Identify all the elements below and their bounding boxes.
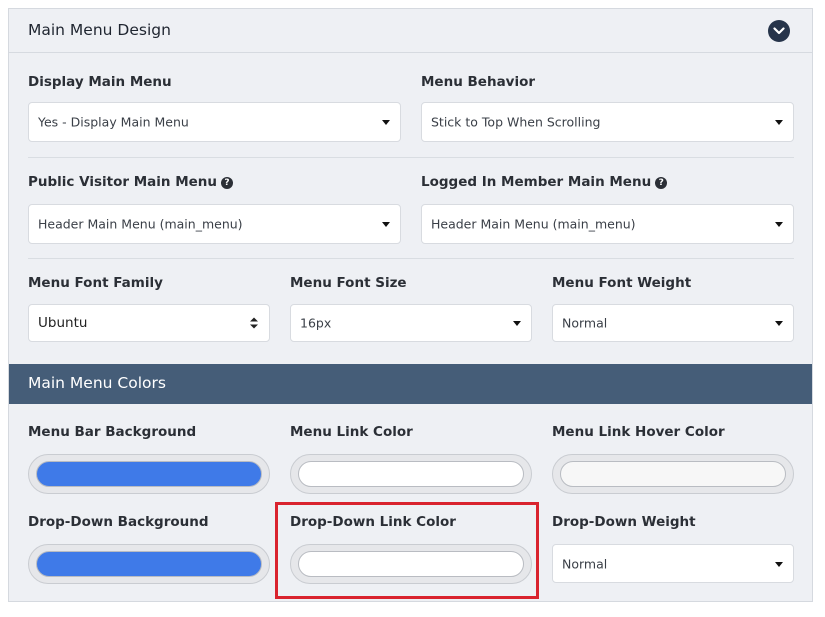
public-visitor-menu-label-text: Public Visitor Main Menu: [28, 174, 218, 190]
colors-section-title: Main Menu Colors: [28, 374, 166, 392]
dropdown-weight-label: Drop-Down Weight: [552, 514, 696, 530]
caret-down-icon: [382, 222, 390, 227]
dropdown-background-label: Drop-Down Background: [28, 514, 209, 530]
caret-down-icon: [513, 321, 521, 326]
sort-arrows-icon: [250, 317, 258, 329]
menu-link-color-swatch: [298, 461, 524, 487]
caret-down-icon: [382, 120, 390, 125]
caret-down-icon: [775, 561, 783, 567]
caret-down-icon: [775, 120, 783, 125]
display-main-menu-value: Yes - Display Main Menu: [38, 114, 189, 130]
menu-link-color-picker[interactable]: [290, 454, 532, 494]
collapse-button[interactable]: [768, 20, 790, 42]
menu-bar-background-swatch: [36, 461, 262, 487]
dropdown-link-color-label: Drop-Down Link Color: [290, 514, 456, 530]
help-icon[interactable]: ?: [221, 177, 234, 189]
display-main-menu-select[interactable]: Yes - Display Main Menu: [28, 102, 401, 142]
dropdown-weight-value: Normal: [562, 556, 608, 571]
main-menu-design-panel: Main Menu Design Display Main Menu Yes -…: [8, 8, 813, 602]
menu-bar-background-label: Menu Bar Background: [28, 424, 197, 440]
section-header[interactable]: Main Menu Design: [9, 9, 812, 53]
menu-link-hover-color-label: Menu Link Hover Color: [552, 424, 725, 440]
font-size-select[interactable]: 16px: [290, 304, 532, 342]
member-menu-select[interactable]: Header Main Menu (main_menu): [421, 204, 794, 244]
chevron-down-icon: [773, 27, 785, 35]
menu-link-color-label: Menu Link Color: [290, 424, 413, 440]
help-icon[interactable]: ?: [655, 177, 668, 189]
member-menu-label-text: Logged In Member Main Menu: [421, 174, 652, 190]
dropdown-background-swatch: [36, 551, 262, 577]
font-family-label: Menu Font Family: [28, 275, 163, 291]
member-menu-value: Header Main Menu (main_menu): [431, 216, 636, 232]
menu-behavior-value: Stick to Top When Scrolling: [431, 114, 601, 130]
caret-down-icon: [775, 321, 783, 326]
menu-link-hover-color-swatch: [560, 461, 786, 487]
menu-behavior-select[interactable]: Stick to Top When Scrolling: [421, 102, 794, 142]
member-menu-label: Logged In Member Main Menu?: [421, 174, 668, 190]
font-weight-value: Normal: [562, 315, 608, 331]
section-title: Main Menu Design: [28, 21, 171, 39]
menu-link-hover-color-picker[interactable]: [552, 454, 794, 494]
font-size-value: 16px: [300, 315, 332, 331]
display-main-menu-label: Display Main Menu: [28, 74, 172, 90]
font-size-label: Menu Font Size: [290, 275, 407, 291]
public-visitor-menu-label: Public Visitor Main Menu?: [28, 174, 234, 190]
font-family-value: Ubuntu: [38, 315, 88, 331]
dropdown-link-color-swatch: [298, 551, 524, 577]
font-family-select[interactable]: Ubuntu: [28, 304, 270, 342]
colors-section-header[interactable]: Main Menu Colors: [9, 364, 812, 404]
dropdown-link-color-picker[interactable]: [290, 544, 532, 584]
font-weight-label: Menu Font Weight: [552, 275, 692, 291]
menu-behavior-label: Menu Behavior: [421, 74, 536, 90]
dropdown-background-picker[interactable]: [28, 544, 270, 584]
caret-down-icon: [775, 222, 783, 227]
public-visitor-menu-value: Header Main Menu (main_menu): [38, 216, 243, 232]
public-visitor-menu-select[interactable]: Header Main Menu (main_menu): [28, 204, 401, 244]
dropdown-weight-select[interactable]: Normal: [552, 544, 794, 583]
font-weight-select[interactable]: Normal: [552, 304, 794, 342]
divider: [28, 157, 794, 158]
divider: [28, 258, 794, 259]
menu-bar-background-picker[interactable]: [28, 454, 270, 494]
